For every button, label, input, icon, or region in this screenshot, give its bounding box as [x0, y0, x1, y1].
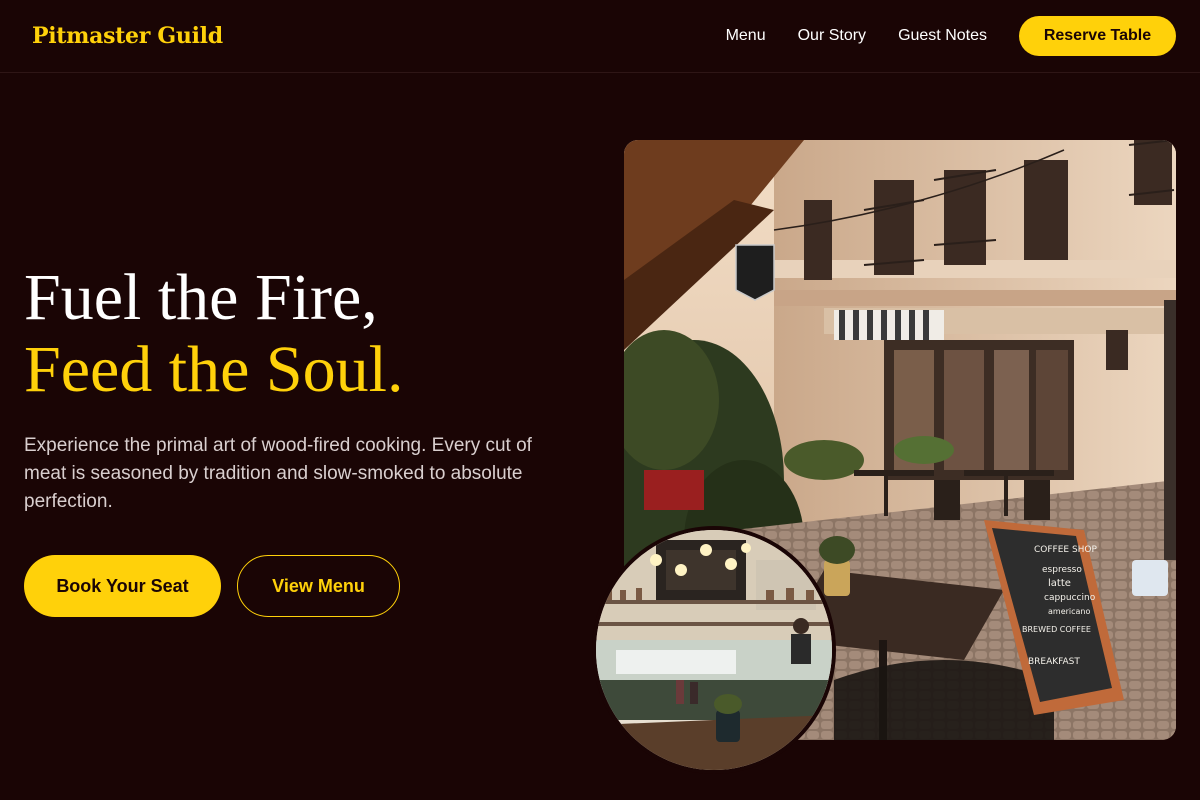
nav-links: Menu Our Story Guest Notes Reserve Table [726, 16, 1176, 56]
hero-title-line2: Feed the Soul. [24, 333, 404, 406]
hero-actions: Book Your Seat View Menu [24, 555, 400, 617]
reserve-table-button[interactable]: Reserve Table [1019, 16, 1176, 56]
hero-title-line1: Fuel the Fire, [24, 261, 378, 334]
nav-link-our-story[interactable]: Our Story [798, 27, 866, 45]
svg-text:BREWED COFFEE: BREWED COFFEE [1022, 625, 1091, 634]
svg-text:BREAKFAST: BREAKFAST [1028, 657, 1080, 667]
svg-text:COFFEE SHOP: COFFEE SHOP [1034, 545, 1098, 555]
top-navigation: Pitmaster Guild Menu Our Story Guest Not… [0, 0, 1200, 73]
svg-text:espresso: espresso [1042, 565, 1082, 575]
nav-link-menu[interactable]: Menu [726, 27, 766, 45]
cafe-interior-image [596, 530, 832, 770]
svg-text:cappuccino: cappuccino [1044, 593, 1096, 603]
hero-title: Fuel the Fire, Feed the Soul. [24, 262, 403, 406]
svg-text:americano: americano [1048, 607, 1091, 616]
hero-description: Experience the primal art of wood-fired … [24, 435, 532, 512]
svg-text:latte: latte [1048, 578, 1071, 589]
nav-link-guest-notes[interactable]: Guest Notes [898, 27, 987, 45]
brand-logo[interactable]: Pitmaster Guild [32, 23, 223, 49]
book-your-seat-button[interactable]: Book Your Seat [24, 555, 221, 617]
view-menu-button[interactable]: View Menu [237, 555, 400, 617]
inset-image-frame [592, 526, 836, 774]
